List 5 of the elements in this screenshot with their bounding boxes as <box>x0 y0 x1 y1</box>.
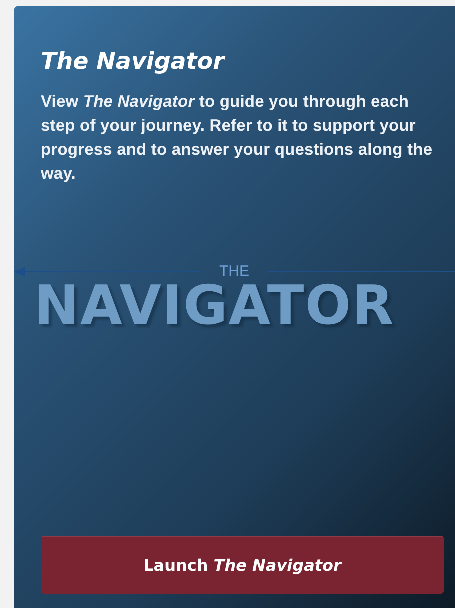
card-title: The Navigator <box>41 48 224 76</box>
launch-button[interactable]: Launch The Navigator <box>41 536 444 594</box>
logo-small-text: THE <box>220 264 250 280</box>
logo-large-text: NAVIGATOR <box>34 280 395 332</box>
card-description: View The Navigator to guide you through each step of your journey. Refer to it to support your progress and to answer your questions along the way. <box>41 92 433 185</box>
